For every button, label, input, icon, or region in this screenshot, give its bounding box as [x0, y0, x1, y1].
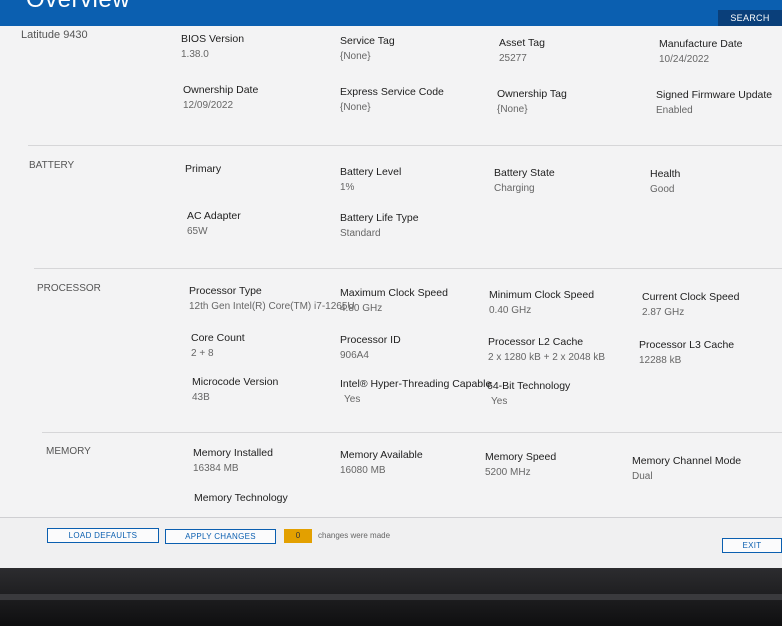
ownership-date-field: Ownership Date 12/09/2022 [183, 84, 259, 111]
hyperthreading-field: Intel® Hyper-Threading Capable Yes [340, 378, 492, 405]
l2-cache-field: Processor L2 Cache 2 x 1280 kB + 2 x 204… [488, 336, 606, 363]
laptop-bezel [0, 568, 782, 626]
divider [28, 145, 782, 146]
search-button[interactable]: SEARCH [718, 10, 782, 26]
processor-type-field: Processor Type 12th Gen Intel(R) Core(TM… [189, 285, 355, 312]
divider [34, 268, 782, 269]
64-bit-technology-field: 64-Bit Technology Yes [487, 380, 571, 407]
load-defaults-button[interactable]: LOAD DEFAULTS [47, 528, 159, 543]
service-tag-field: Service Tag {None} [340, 35, 395, 62]
microcode-version-field: Microcode Version 43B [192, 376, 279, 403]
core-count-field: Core Count 2 + 8 [191, 332, 245, 359]
current-clock-speed-field: Current Clock Speed 2.87 GHz [642, 291, 740, 318]
min-clock-speed-field: Minimum Clock Speed 0.40 GHz [489, 289, 595, 316]
battery-primary-field: Primary [185, 163, 222, 175]
ownership-tag-field: Ownership Tag {None} [497, 88, 567, 115]
bios-screen: Overview SEARCH Latitude 9430 BIOS Versi… [0, 0, 782, 568]
asset-tag-field: Asset Tag 25277 [499, 37, 545, 64]
header-bar: Overview SEARCH [0, 0, 782, 26]
memory-technology-field: Memory Technology [194, 492, 288, 504]
memory-section-label: MEMORY [46, 446, 91, 457]
battery-life-type-field: Battery Life Type Standard [340, 212, 419, 239]
memory-speed-field: Memory Speed 5200 MHz [485, 451, 557, 478]
l3-cache-field: Processor L3 Cache 12288 kB [639, 339, 735, 366]
battery-section-label: BATTERY [29, 160, 75, 171]
manufacture-date-field: Manufacture Date 10/24/2022 [659, 38, 743, 65]
apply-changes-button[interactable]: APPLY CHANGES [165, 529, 276, 544]
system-model: Latitude 9430 [21, 29, 88, 41]
express-service-code-field: Express Service Code {None} [340, 86, 444, 113]
signed-firmware-update-field: Signed Firmware Update Enabled [656, 89, 773, 116]
memory-installed-field: Memory Installed 16384 MB [193, 447, 273, 474]
changes-status-text: changes were made [318, 531, 391, 540]
processor-section-label: PROCESSOR [37, 283, 101, 294]
battery-state-field: Battery State Charging [494, 167, 555, 194]
memory-available-field: Memory Available 16080 MB [340, 449, 423, 476]
processor-id-field: Processor ID 906A4 [340, 334, 401, 361]
divider [42, 432, 782, 433]
ac-adapter-field: AC Adapter 65W [187, 210, 241, 237]
exit-button[interactable]: EXIT [722, 538, 782, 553]
battery-health-field: Health Good [650, 168, 681, 195]
bios-version-field: BIOS Version 1.38.0 [181, 33, 245, 60]
battery-level-field: Battery Level 1% [340, 166, 402, 193]
changes-count-badge: 0 [284, 529, 312, 543]
memory-channel-mode-field: Memory Channel Mode Dual [632, 455, 742, 482]
max-clock-speed-field: Maximum Clock Speed 4.80 GHz [340, 287, 448, 314]
page-title: Overview [26, 0, 130, 14]
bezel-edge [0, 594, 782, 600]
